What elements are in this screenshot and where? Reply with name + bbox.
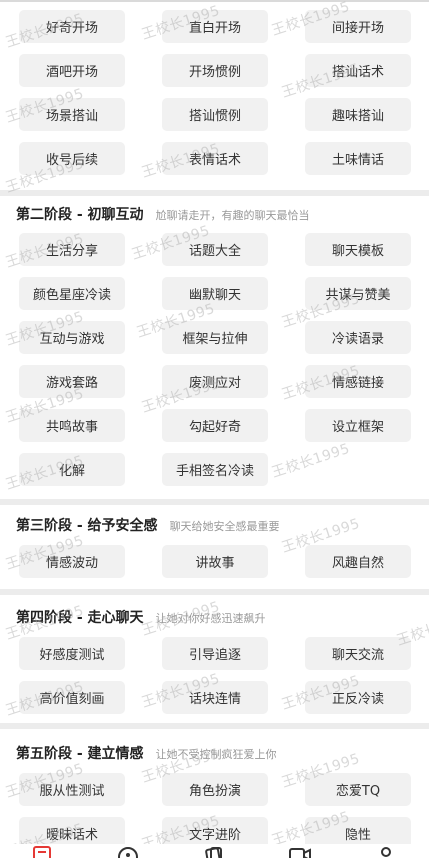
bottom-tab-bar xyxy=(0,844,429,858)
tile-opening-3[interactable]: 间接开场 xyxy=(305,10,411,43)
section-header: 第四阶段 - 走心聊天 让她对你好感迅速飙升 xyxy=(16,607,266,627)
section-title: 第二阶段 - 初聊互动 xyxy=(16,207,144,223)
tile-stage2-16[interactable]: 化解 xyxy=(19,453,125,486)
tile-stage2-11[interactable]: 废测应对 xyxy=(162,365,268,398)
tile-opening-2[interactable]: 直白开场 xyxy=(162,10,268,43)
tile-stage2-4[interactable]: 颜色星座冷读 xyxy=(19,277,125,310)
video-icon[interactable] xyxy=(289,846,311,858)
section-header: 第五阶段 - 建立情感 让她不受控制疯狂爱上你 xyxy=(16,743,277,763)
section-desc: 让她对你好感迅速飙升 xyxy=(155,612,266,625)
tile-opening-1[interactable]: 好奇开场 xyxy=(19,10,125,43)
tile-opening-6[interactable]: 搭讪话术 xyxy=(305,54,411,87)
document-icon[interactable] xyxy=(31,846,53,858)
tile-opening-5[interactable]: 开场惯例 xyxy=(162,54,268,87)
tile-opening-7[interactable]: 场景搭讪 xyxy=(19,98,125,131)
profile-icon[interactable] xyxy=(375,846,397,858)
section-stage-3: 第三阶段 - 给予安全感 聊天给她安全感最重要 情感波动 讲故事 风趣自然 xyxy=(0,505,429,589)
app-page: 好奇开场 直白开场 间接开场 酒吧开场 开场惯例 搭讪话术 场景搭讪 搭讪惯例 … xyxy=(0,0,429,858)
tile-stage4-6[interactable]: 正反冷读 xyxy=(305,681,411,714)
tile-stage2-1[interactable]: 生活分享 xyxy=(19,233,125,266)
tile-stage3-2[interactable]: 讲故事 xyxy=(162,545,268,578)
tile-stage2-7[interactable]: 互动与游戏 xyxy=(19,321,125,354)
tile-stage2-3[interactable]: 聊天模板 xyxy=(305,233,411,266)
tile-stage5-3[interactable]: 恋爱TQ xyxy=(305,773,411,806)
tile-stage2-6[interactable]: 共谋与赞美 xyxy=(305,277,411,310)
section-desc: 尬聊请走开，有趣的聊天最恰当 xyxy=(155,209,310,222)
tile-stage2-8[interactable]: 框架与拉伸 xyxy=(162,321,268,354)
tile-stage4-5[interactable]: 话块连情 xyxy=(162,681,268,714)
section-header: 第三阶段 - 给予安全感 聊天给她安全感最重要 xyxy=(16,515,280,535)
tile-stage4-1[interactable]: 好感度测试 xyxy=(19,637,125,670)
section-header: 第二阶段 - 初聊互动 尬聊请走开，有趣的聊天最恰当 xyxy=(16,204,310,224)
section-stage-5: 第五阶段 - 建立情感 让她不受控制疯狂爱上你 服从性测试 角色扮演 恋爱TQ … xyxy=(0,729,429,850)
tile-stage4-2[interactable]: 引导追逐 xyxy=(162,637,268,670)
tile-stage2-17[interactable]: 手相签名冷读 xyxy=(162,453,268,486)
tile-stage4-3[interactable]: 聊天交流 xyxy=(305,637,411,670)
section-desc: 让她不受控制疯狂爱上你 xyxy=(155,748,277,761)
section-opening: 好奇开场 直白开场 间接开场 酒吧开场 开场惯例 搭讪话术 场景搭讪 搭讪惯例 … xyxy=(0,2,429,190)
tile-stage4-4[interactable]: 高价值刻画 xyxy=(19,681,125,714)
compass-icon[interactable] xyxy=(117,846,139,858)
tile-stage2-12[interactable]: 情感链接 xyxy=(305,365,411,398)
tile-opening-4[interactable]: 酒吧开场 xyxy=(19,54,125,87)
section-desc: 聊天给她安全感最重要 xyxy=(169,520,280,533)
section-stage-4: 第四阶段 - 走心聊天 让她对你好感迅速飙升 好感度测试 引导追逐 聊天交流 高… xyxy=(0,595,429,723)
tile-opening-11[interactable]: 表情话术 xyxy=(162,142,268,175)
tile-opening-10[interactable]: 收号后续 xyxy=(19,142,125,175)
tile-opening-9[interactable]: 趣味搭讪 xyxy=(305,98,411,131)
tile-stage2-14[interactable]: 勾起好奇 xyxy=(162,409,268,442)
tile-stage2-9[interactable]: 冷读语录 xyxy=(305,321,411,354)
tile-stage3-1[interactable]: 情感波动 xyxy=(19,545,125,578)
tile-stage2-13[interactable]: 共鸣故事 xyxy=(19,409,125,442)
tile-stage5-1[interactable]: 服从性测试 xyxy=(19,773,125,806)
section-title: 第三阶段 - 给予安全感 xyxy=(16,518,158,534)
tile-opening-12[interactable]: 土味情话 xyxy=(305,142,411,175)
tile-stage2-5[interactable]: 幽默聊天 xyxy=(162,277,268,310)
tile-stage2-10[interactable]: 游戏套路 xyxy=(19,365,125,398)
section-title: 第四阶段 - 走心聊天 xyxy=(16,610,144,626)
cards-icon[interactable] xyxy=(203,846,225,858)
section-title: 第五阶段 - 建立情感 xyxy=(16,746,144,762)
section-stage-2: 第二阶段 - 初聊互动 尬聊请走开，有趣的聊天最恰当 生活分享 话题大全 聊天模… xyxy=(0,196,429,499)
tile-opening-8[interactable]: 搭讪惯例 xyxy=(162,98,268,131)
tile-stage2-15[interactable]: 设立框架 xyxy=(305,409,411,442)
tile-stage3-3[interactable]: 风趣自然 xyxy=(305,545,411,578)
tile-stage2-2[interactable]: 话题大全 xyxy=(162,233,268,266)
tile-stage5-2[interactable]: 角色扮演 xyxy=(162,773,268,806)
